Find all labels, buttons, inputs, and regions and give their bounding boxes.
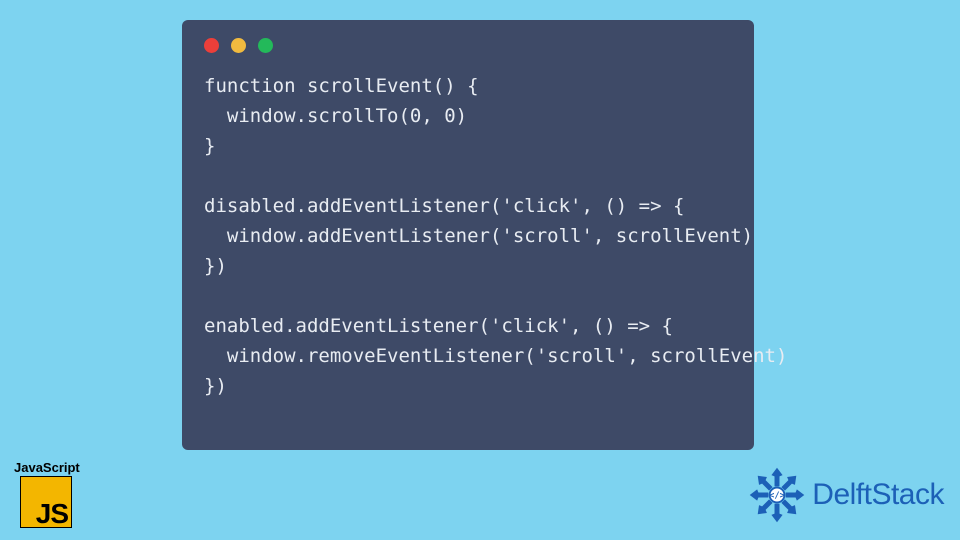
code-line: window.removeEventListener('scroll', scr…: [204, 345, 787, 367]
brand-area: </> DelftStack: [746, 464, 944, 526]
code-line: disabled.addEventListener('click', () =>…: [204, 195, 684, 217]
code-block: function scrollEvent() { window.scrollTo…: [204, 71, 732, 401]
code-line: enabled.addEventListener('click', () => …: [204, 315, 673, 337]
minimize-icon: [231, 38, 246, 53]
svg-text:</>: </>: [769, 491, 785, 501]
brand-name: DelftStack: [812, 478, 944, 512]
javascript-badge: JavaScript JS: [14, 460, 78, 528]
maximize-icon: [258, 38, 273, 53]
code-line: }): [204, 255, 227, 277]
js-logo-letters: JS: [36, 498, 68, 530]
javascript-label: JavaScript: [14, 460, 78, 475]
code-line: window.scrollTo(0, 0): [204, 105, 467, 127]
window-controls: [204, 38, 732, 53]
code-line: }): [204, 375, 227, 397]
code-line: }: [204, 135, 215, 157]
javascript-logo-icon: JS: [20, 476, 72, 528]
code-line: function scrollEvent() {: [204, 75, 479, 97]
code-snippet-card: function scrollEvent() { window.scrollTo…: [182, 20, 754, 450]
code-line: window.addEventListener('scroll', scroll…: [204, 225, 753, 247]
delftstack-logo-icon: </>: [746, 464, 808, 526]
close-icon: [204, 38, 219, 53]
